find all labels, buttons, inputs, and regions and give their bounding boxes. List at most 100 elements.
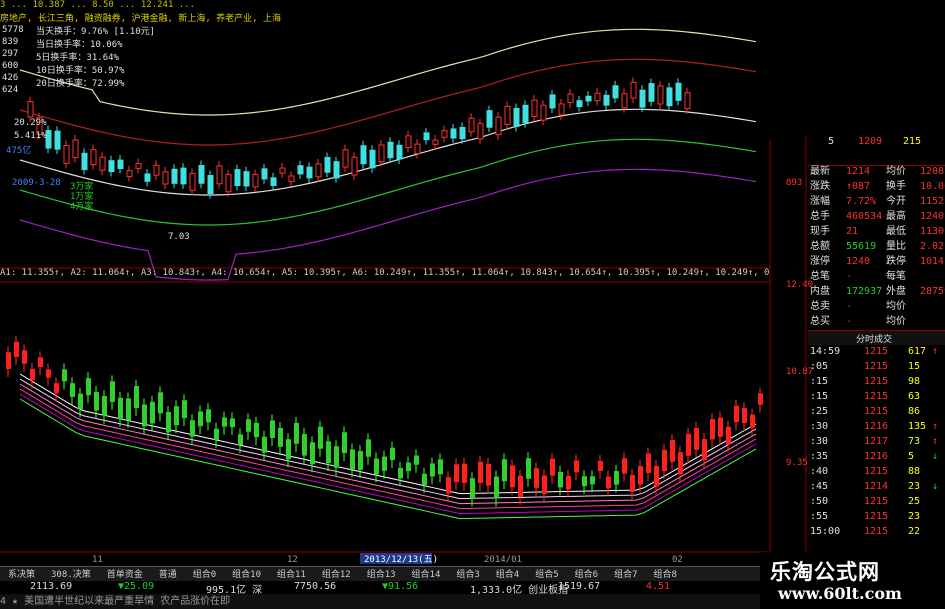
quote-row: 最新 1214 均价 1208 bbox=[808, 165, 945, 179]
quote-value: 287597 bbox=[920, 286, 945, 297]
candle-body bbox=[54, 130, 61, 150]
candle-body bbox=[324, 157, 331, 173]
quote-value: 1214 bbox=[846, 166, 871, 177]
candle-body bbox=[126, 170, 133, 178]
formula-tab[interactable]: 组合5 bbox=[527, 567, 566, 580]
quote-value: 2.02 bbox=[920, 241, 945, 252]
candle-body bbox=[567, 93, 574, 104]
quote-label: 最高 bbox=[886, 211, 906, 222]
tick-row: :45 1214 23 ↓ bbox=[808, 480, 945, 494]
indicator-bar bbox=[206, 409, 211, 423]
indicator-bar bbox=[182, 400, 187, 419]
tick-row: 14:59 1215 617 ↑ bbox=[808, 345, 945, 359]
indicator-bar bbox=[62, 369, 67, 382]
index-value: ▼25.09 bbox=[118, 581, 155, 592]
tick-time: :05 bbox=[810, 361, 829, 372]
tick-volume: 98 bbox=[908, 376, 921, 387]
indicator-bar bbox=[110, 381, 115, 402]
indicator-bar bbox=[398, 467, 403, 479]
quote-row: 涨停 1240 跌停 1014 bbox=[808, 255, 945, 269]
formula-tab[interactable]: 系决策 bbox=[0, 567, 43, 580]
tick-time: :40 bbox=[810, 466, 829, 477]
formula-tab[interactable]: 组合10 bbox=[224, 567, 269, 580]
ma-ribbon-line bbox=[19, 378, 757, 500]
edge-value: 624 bbox=[2, 85, 19, 95]
indicator-bar bbox=[158, 392, 163, 414]
formula-tab[interactable]: 组合11 bbox=[269, 567, 314, 580]
tick-row: :15 1215 98 bbox=[808, 375, 945, 389]
formula-tab[interactable]: 308.决策 bbox=[43, 567, 99, 580]
tick-row: :40 1215 88 bbox=[808, 465, 945, 479]
indicator-bar bbox=[94, 392, 99, 411]
indicator-bar bbox=[614, 471, 619, 485]
formula-tab[interactable]: 组合4 bbox=[488, 567, 527, 580]
quote-row: 涨跌 ↑087 换手 10.06% bbox=[808, 180, 945, 194]
indicator-bar bbox=[430, 463, 435, 477]
indicator-bar bbox=[454, 464, 459, 483]
quote-panel: 最新 1214 均价 1208 涨跌 ↑087 换手 10.06% 涨幅 7.72% 今开 1152 总… bbox=[808, 165, 945, 330]
formula-tab[interactable]: 组合8 bbox=[645, 567, 684, 580]
formula-tab[interactable]: 组合0 bbox=[185, 567, 224, 580]
tick-volume: 5 bbox=[908, 451, 915, 462]
indicator-bar bbox=[742, 408, 747, 423]
indicator-bar bbox=[550, 458, 555, 476]
candle-body bbox=[405, 135, 412, 149]
edge-value: 839 bbox=[2, 37, 19, 47]
formula-tab[interactable]: 组合14 bbox=[404, 567, 449, 580]
candle-body bbox=[351, 156, 358, 176]
indicator-bar bbox=[238, 434, 243, 446]
quote-label: 总额 bbox=[810, 241, 830, 252]
candle-body bbox=[171, 168, 178, 184]
date-mark: 11 bbox=[92, 555, 103, 565]
tick-direction: ↓ bbox=[932, 451, 939, 462]
indicator-bar bbox=[278, 427, 283, 447]
formula-tab[interactable]: 组合7 bbox=[606, 567, 645, 580]
edge-value: 600 bbox=[2, 61, 19, 71]
indicator-bar bbox=[534, 468, 539, 488]
news-ticker[interactable]: 4 ★ 美国遭半世纪以来最严重旱情 农产品涨价在即 bbox=[0, 594, 760, 609]
indicator-bar bbox=[150, 401, 155, 424]
candle-body bbox=[450, 128, 457, 139]
tick-list[interactable]: 14:59 1215 617 ↑:05 1215 15:15 1215 98:15 1215 63… bbox=[808, 345, 945, 540]
price-axis-label: 893 bbox=[786, 178, 803, 188]
orderbook-row: 5 1209 215 bbox=[828, 136, 922, 147]
candle-body bbox=[648, 83, 655, 102]
candle-body bbox=[216, 165, 223, 185]
tick-price: 1215 bbox=[864, 496, 889, 507]
tick-volume: 88 bbox=[908, 466, 921, 477]
indicator-bar bbox=[726, 426, 731, 445]
candle-body bbox=[594, 92, 601, 102]
turnover-panel: 当天换手：9.76% [1.10元] 当日换手率：10.06% 5日换手率：31… bbox=[36, 24, 155, 89]
candle-body bbox=[306, 166, 313, 179]
quote-label: 涨跌 bbox=[810, 181, 830, 192]
tick-price: 1217 bbox=[864, 436, 889, 447]
candle-body bbox=[396, 144, 403, 160]
candle-body bbox=[108, 160, 115, 173]
formula-tab[interactable]: 组合12 bbox=[314, 567, 359, 580]
candle-body bbox=[297, 165, 304, 175]
candle-body bbox=[387, 141, 394, 159]
tick-volume: 23 bbox=[908, 481, 921, 492]
formula-tab[interactable]: 组合3 bbox=[448, 567, 487, 580]
formula-tab-bar[interactable]: 系决策 308.决策 首单资金 普通 组合0 组合10 组合11 组合12 组合13 组合14 组合… bbox=[0, 566, 760, 581]
indicator-bar bbox=[414, 455, 419, 465]
indicator-bar bbox=[406, 462, 411, 472]
tick-volume: 23 bbox=[908, 511, 921, 522]
chart-canvas[interactable]: 11 12 2013/12/13(五) 2014/01 02 bbox=[0, 0, 945, 609]
indicator-bar bbox=[230, 418, 235, 428]
candle-body bbox=[621, 93, 628, 109]
quote-label: 内盘 bbox=[810, 286, 830, 297]
formula-tab[interactable]: 首单资金 bbox=[99, 567, 151, 580]
candle-body bbox=[72, 139, 79, 158]
ticks-header[interactable]: 分时成交 bbox=[808, 330, 945, 345]
candle-body bbox=[207, 175, 214, 195]
indicator-bar bbox=[78, 393, 83, 410]
formula-tab[interactable]: 普通 bbox=[151, 567, 185, 580]
formula-tab[interactable]: 组合6 bbox=[567, 567, 606, 580]
indicator-bar bbox=[566, 475, 571, 490]
tick-volume: 73 bbox=[908, 436, 921, 447]
candle-body bbox=[153, 164, 160, 176]
tick-row: :30 1216 135 ↑ bbox=[808, 420, 945, 434]
index-value: 1519.67 bbox=[558, 581, 601, 592]
formula-tab[interactable]: 组合13 bbox=[359, 567, 404, 580]
